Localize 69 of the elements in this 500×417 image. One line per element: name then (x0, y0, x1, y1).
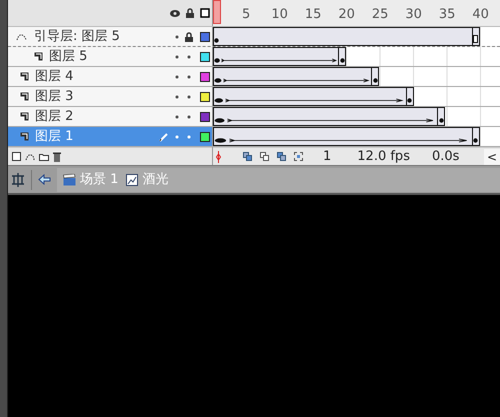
visibility-dot-icon[interactable] (175, 54, 179, 58)
folder-icon[interactable] (39, 152, 49, 160)
clapperboard-icon (63, 174, 76, 186)
onion-outline-icon[interactable] (277, 152, 286, 161)
outline-icon[interactable] (200, 8, 210, 18)
layer-icon (34, 52, 43, 61)
frame-rate: 12.0 fps (357, 148, 410, 166)
layer-name: 图层 5 (49, 48, 88, 66)
current-frame: 1 (323, 146, 332, 166)
tween-span[interactable] (213, 87, 414, 106)
eye-icon[interactable] (170, 10, 180, 16)
visibility-dot-icon[interactable] (175, 34, 179, 38)
back-arrow-icon[interactable] (38, 174, 51, 185)
new-layer-icon[interactable] (12, 152, 21, 161)
tween-span[interactable] (213, 107, 446, 126)
lock-icon[interactable] (186, 8, 194, 18)
lock-dot-icon[interactable] (187, 134, 191, 138)
onion-skin-icon[interactable] (260, 152, 269, 161)
pencil-icon (159, 132, 169, 142)
layer-row[interactable]: 图层 3 (8, 87, 212, 106)
frame-number: 30 (405, 6, 422, 24)
layer-color-swatch[interactable] (200, 32, 210, 42)
layer-row[interactable]: 图层 5 (8, 47, 212, 66)
onion-marker-icon[interactable] (216, 150, 221, 162)
layer-name: 图层 2 (35, 108, 74, 126)
lock-dot-icon[interactable] (187, 74, 191, 78)
frame-number: 15 (304, 6, 322, 24)
guide-layer-icon (16, 32, 28, 40)
layer-name: 图层 1 (35, 128, 74, 146)
frame-number: 20 (338, 6, 355, 24)
frame-number: 40 (472, 6, 489, 24)
frame-number: 10 (271, 6, 288, 24)
center-frame-icon[interactable] (243, 152, 252, 161)
layer-name: 图层 3 (35, 88, 74, 106)
layer-row[interactable]: 引导层: 图层 5 (8, 27, 212, 46)
lock-dot-icon[interactable] (187, 94, 191, 98)
guide-icon[interactable] (25, 152, 35, 160)
frame-number: 25 (372, 6, 388, 24)
layer-icon (20, 92, 29, 101)
trash-icon[interactable] (53, 152, 61, 162)
layer-row[interactable]: 图层 4 (8, 67, 212, 86)
lock-dot-icon[interactable] (187, 114, 191, 118)
symbol-icon (126, 174, 138, 186)
visibility-dot-icon[interactable] (175, 134, 179, 138)
layer-color-swatch[interactable] (200, 112, 210, 122)
layer-color-swatch[interactable] (200, 132, 210, 142)
timeline-toggle-icon[interactable] (11, 172, 25, 186)
layer-icon (20, 112, 29, 121)
layer-color-swatch[interactable] (200, 52, 210, 62)
frame-number: 35 (438, 6, 456, 24)
edit-markers-icon[interactable] (294, 152, 303, 161)
layer-name: 引导层: 图层 5 (34, 28, 121, 46)
layer-icon (20, 72, 29, 81)
layer-color-swatch[interactable] (200, 72, 210, 82)
layer-icon (20, 132, 29, 141)
lock-dot-icon[interactable] (187, 54, 191, 58)
layer-color-swatch[interactable] (200, 92, 210, 102)
frame-number: 5 (242, 6, 250, 24)
tween-span[interactable] (213, 67, 380, 86)
tween-span[interactable] (213, 47, 346, 66)
lock-icon[interactable] (185, 32, 193, 42)
layer-name: 图层 4 (35, 68, 74, 86)
elapsed-time: 0.0s (432, 148, 460, 166)
visibility-dot-icon[interactable] (175, 94, 179, 98)
visibility-dot-icon[interactable] (175, 74, 179, 78)
scroll-left-button[interactable]: < (484, 148, 500, 164)
visibility-dot-icon[interactable] (175, 114, 179, 118)
layer-row[interactable]: 图层 2 (8, 107, 212, 126)
keyframe-dot-icon (214, 38, 219, 43)
